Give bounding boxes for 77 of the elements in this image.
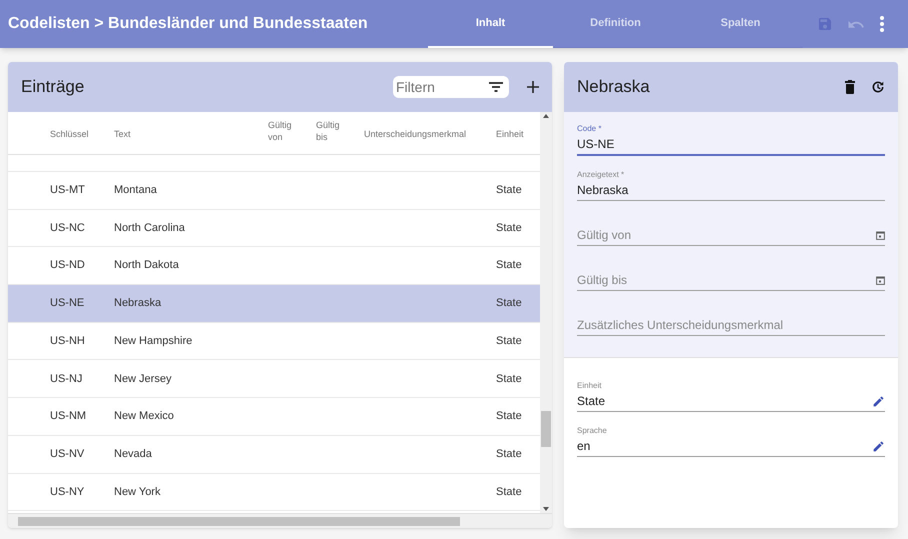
field-label: Anzeigetext *	[577, 169, 626, 181]
column-header[interactable]: Gültig bis	[316, 118, 346, 142]
table-row[interactable]: US-NH New Hampshire State	[8, 322, 540, 360]
filter-field[interactable]: Filtern	[393, 76, 509, 98]
table-row[interactable]: US-NC North Carolina State	[8, 210, 540, 248]
field-value: State	[577, 393, 606, 410]
card-title: Nebraska	[577, 76, 651, 98]
table-row[interactable]: US-MT Montana State	[8, 172, 540, 210]
table-row[interactable]: US-NJ New Jersey State	[8, 360, 540, 398]
table-cell: US-NM	[50, 410, 86, 422]
table-cell: State	[496, 222, 522, 234]
scroll-up-arrow-icon[interactable]	[543, 114, 549, 118]
table-cell: State	[496, 372, 522, 385]
scrollbar-thumb[interactable]	[18, 516, 460, 526]
card-title: Einträge	[21, 76, 86, 98]
field-placeholder: Gültig von	[577, 227, 632, 244]
filter-placeholder: Filtern	[396, 78, 436, 96]
field-value: en	[577, 438, 592, 455]
table-row[interactable]: US-NY New York State	[8, 474, 540, 512]
calendar-icon[interactable]	[876, 230, 885, 240]
pencil-icon[interactable]	[872, 394, 885, 408]
input-field[interactable]: Sprache en	[577, 424, 885, 457]
column-header[interactable]: Text	[114, 128, 131, 140]
table-cell: US-MT	[50, 184, 85, 196]
add-icon[interactable]	[527, 81, 539, 93]
pencil-icon[interactable]	[872, 440, 885, 452]
table-row[interactable]: US-NM New Mexico State	[8, 398, 540, 436]
input-field[interactable]: Einheit State	[577, 379, 885, 412]
column-header[interactable]: Einheit	[496, 128, 524, 140]
more-icon[interactable]	[879, 15, 885, 33]
table-row[interactable]: US-ND North Dakota State	[8, 247, 540, 286]
table-cell: State	[496, 334, 522, 347]
column-header[interactable]: Gültig von	[268, 118, 298, 142]
calendar-icon[interactable]	[876, 276, 885, 284]
table-cell: State	[496, 486, 522, 498]
table-cell: New Mexico	[114, 410, 174, 422]
table-cell: North Dakota	[114, 259, 179, 272]
input-field[interactable]: Anzeigetext * Nebraska	[577, 168, 885, 201]
table-cell: State	[496, 410, 522, 422]
table-cell: Nevada	[114, 448, 152, 460]
history-icon[interactable]	[871, 80, 885, 94]
table-cell: US-NJ	[50, 372, 82, 385]
table-row[interactable]: US-NV Nevada State	[8, 436, 540, 474]
field-label: Sprache	[577, 425, 608, 437]
input-field[interactable]: Code * US-NE	[577, 123, 885, 156]
table-cell: New York	[114, 486, 160, 498]
vertical-scrollbar[interactable]	[540, 112, 552, 513]
table-cell: State	[496, 184, 522, 196]
field-placeholder: Zusätzliches Unterscheidungsmerkmal	[577, 317, 784, 334]
field-value: Nebraska	[577, 182, 630, 199]
page-title: Codelisten > Bundesländer und Bundesstaaten	[8, 14, 369, 34]
table-cell: US-ND	[50, 259, 85, 272]
table-cell: North Carolina	[114, 222, 185, 234]
filter-icon[interactable]	[489, 82, 503, 92]
trash-icon[interactable]	[845, 80, 855, 94]
table-cell: US-NE	[50, 297, 84, 310]
table-cell: Nebraska	[114, 297, 162, 310]
table-cell: US-NH	[50, 334, 85, 347]
scrollbar-thumb[interactable]	[541, 411, 551, 447]
column-header[interactable]: Schlüssel	[50, 128, 89, 140]
table-cell: US-NY	[50, 486, 84, 498]
table-cell: State	[496, 297, 522, 310]
table-cell: US-NV	[50, 448, 84, 460]
column-header[interactable]: Unterscheidungsmerkmal	[364, 128, 466, 140]
table-cell: State	[496, 259, 522, 272]
horizontal-scrollbar[interactable]	[8, 513, 552, 528]
table-cell: New Hampshire	[114, 334, 192, 347]
field-value: US-NE	[577, 136, 616, 153]
table-cell: New Jersey	[114, 372, 172, 385]
table-cell: Montana	[114, 184, 157, 196]
table-row[interactable]: US-NE Nebraska State	[8, 285, 540, 323]
table-cell: US-NC	[50, 222, 85, 234]
scroll-down-arrow-icon[interactable]	[543, 507, 549, 511]
field-label: Einheit	[577, 380, 602, 392]
table-cell: State	[496, 448, 522, 460]
field-placeholder: Gültig bis	[577, 272, 628, 289]
field-label: Code *	[577, 123, 602, 135]
